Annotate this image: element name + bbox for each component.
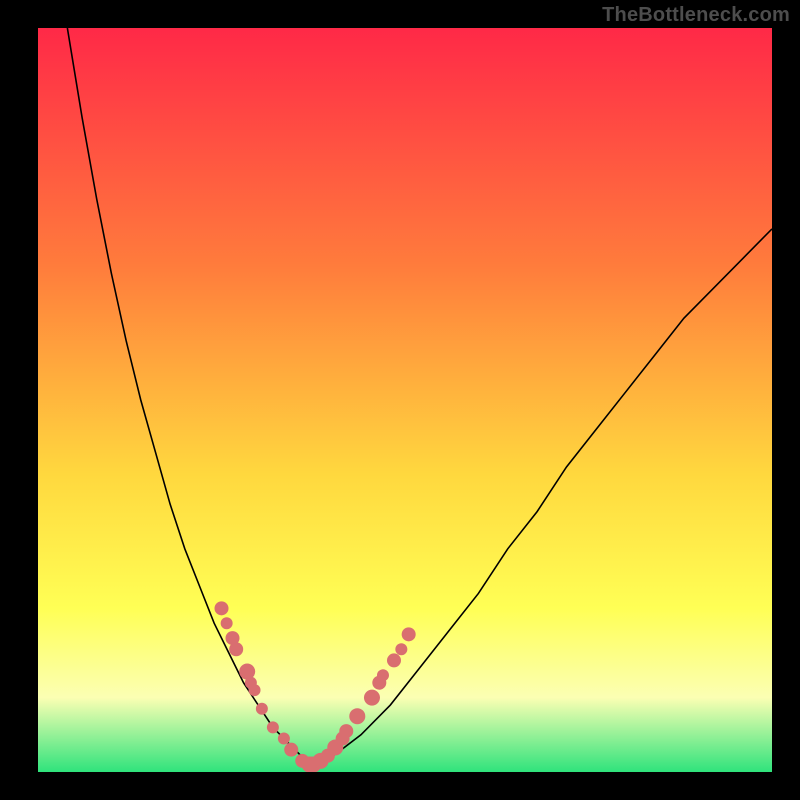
data-point xyxy=(402,627,416,641)
data-point xyxy=(215,601,229,615)
data-point xyxy=(387,653,401,667)
data-point xyxy=(278,733,290,745)
watermark-text: TheBottleneck.com xyxy=(602,4,790,27)
data-point xyxy=(249,684,261,696)
data-point xyxy=(284,743,298,757)
data-point xyxy=(377,669,389,681)
chart-svg xyxy=(38,28,772,772)
gradient-background xyxy=(38,28,772,772)
data-point xyxy=(339,724,353,738)
data-point xyxy=(256,703,268,715)
data-point xyxy=(229,642,243,656)
data-point xyxy=(395,643,407,655)
plot-area xyxy=(38,28,772,772)
data-point xyxy=(267,721,279,733)
data-point xyxy=(349,708,365,724)
chart-frame: TheBottleneck.com xyxy=(0,0,800,800)
data-point xyxy=(364,690,380,706)
data-point xyxy=(221,617,233,629)
